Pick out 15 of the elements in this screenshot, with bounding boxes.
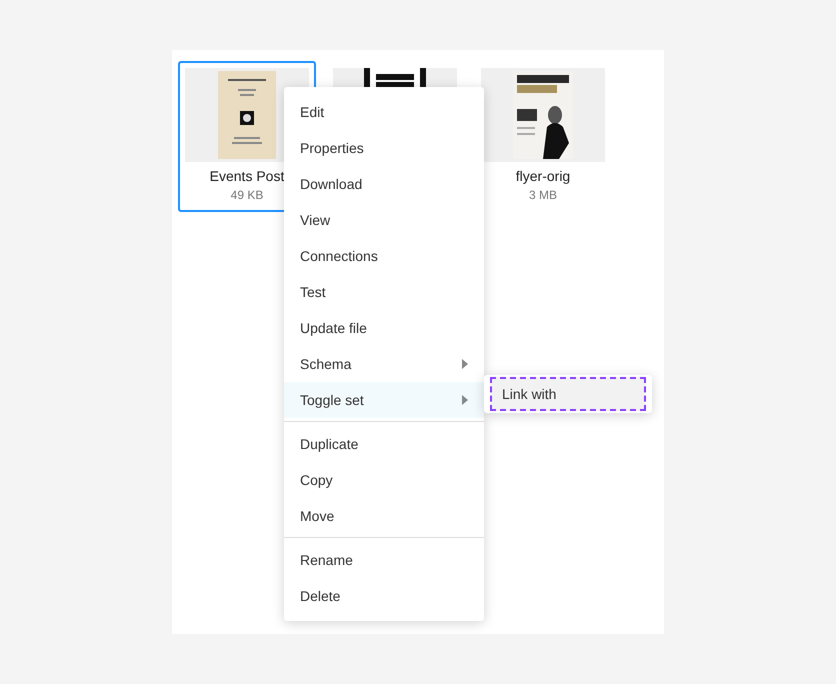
menu-item[interactable]: Test: [284, 274, 484, 310]
menu-item[interactable]: Copy: [284, 462, 484, 498]
menu-item[interactable]: Toggle set: [284, 382, 484, 418]
menu-item[interactable]: Update file: [284, 310, 484, 346]
file-name: Events Post: [210, 168, 284, 184]
menu-item[interactable]: Connections: [284, 238, 484, 274]
file-size: 3 MB: [528, 188, 557, 202]
menu-item[interactable]: Link with: [490, 377, 646, 411]
file-name: flyer-orig: [516, 168, 570, 184]
menu-item[interactable]: Move: [284, 498, 484, 534]
menu-item[interactable]: Schema: [284, 346, 484, 382]
file-size: 49 KB: [230, 188, 264, 202]
menu-item[interactable]: Delete: [284, 578, 484, 614]
menu-item[interactable]: Duplicate: [284, 426, 484, 462]
menu-item[interactable]: Rename: [284, 542, 484, 578]
